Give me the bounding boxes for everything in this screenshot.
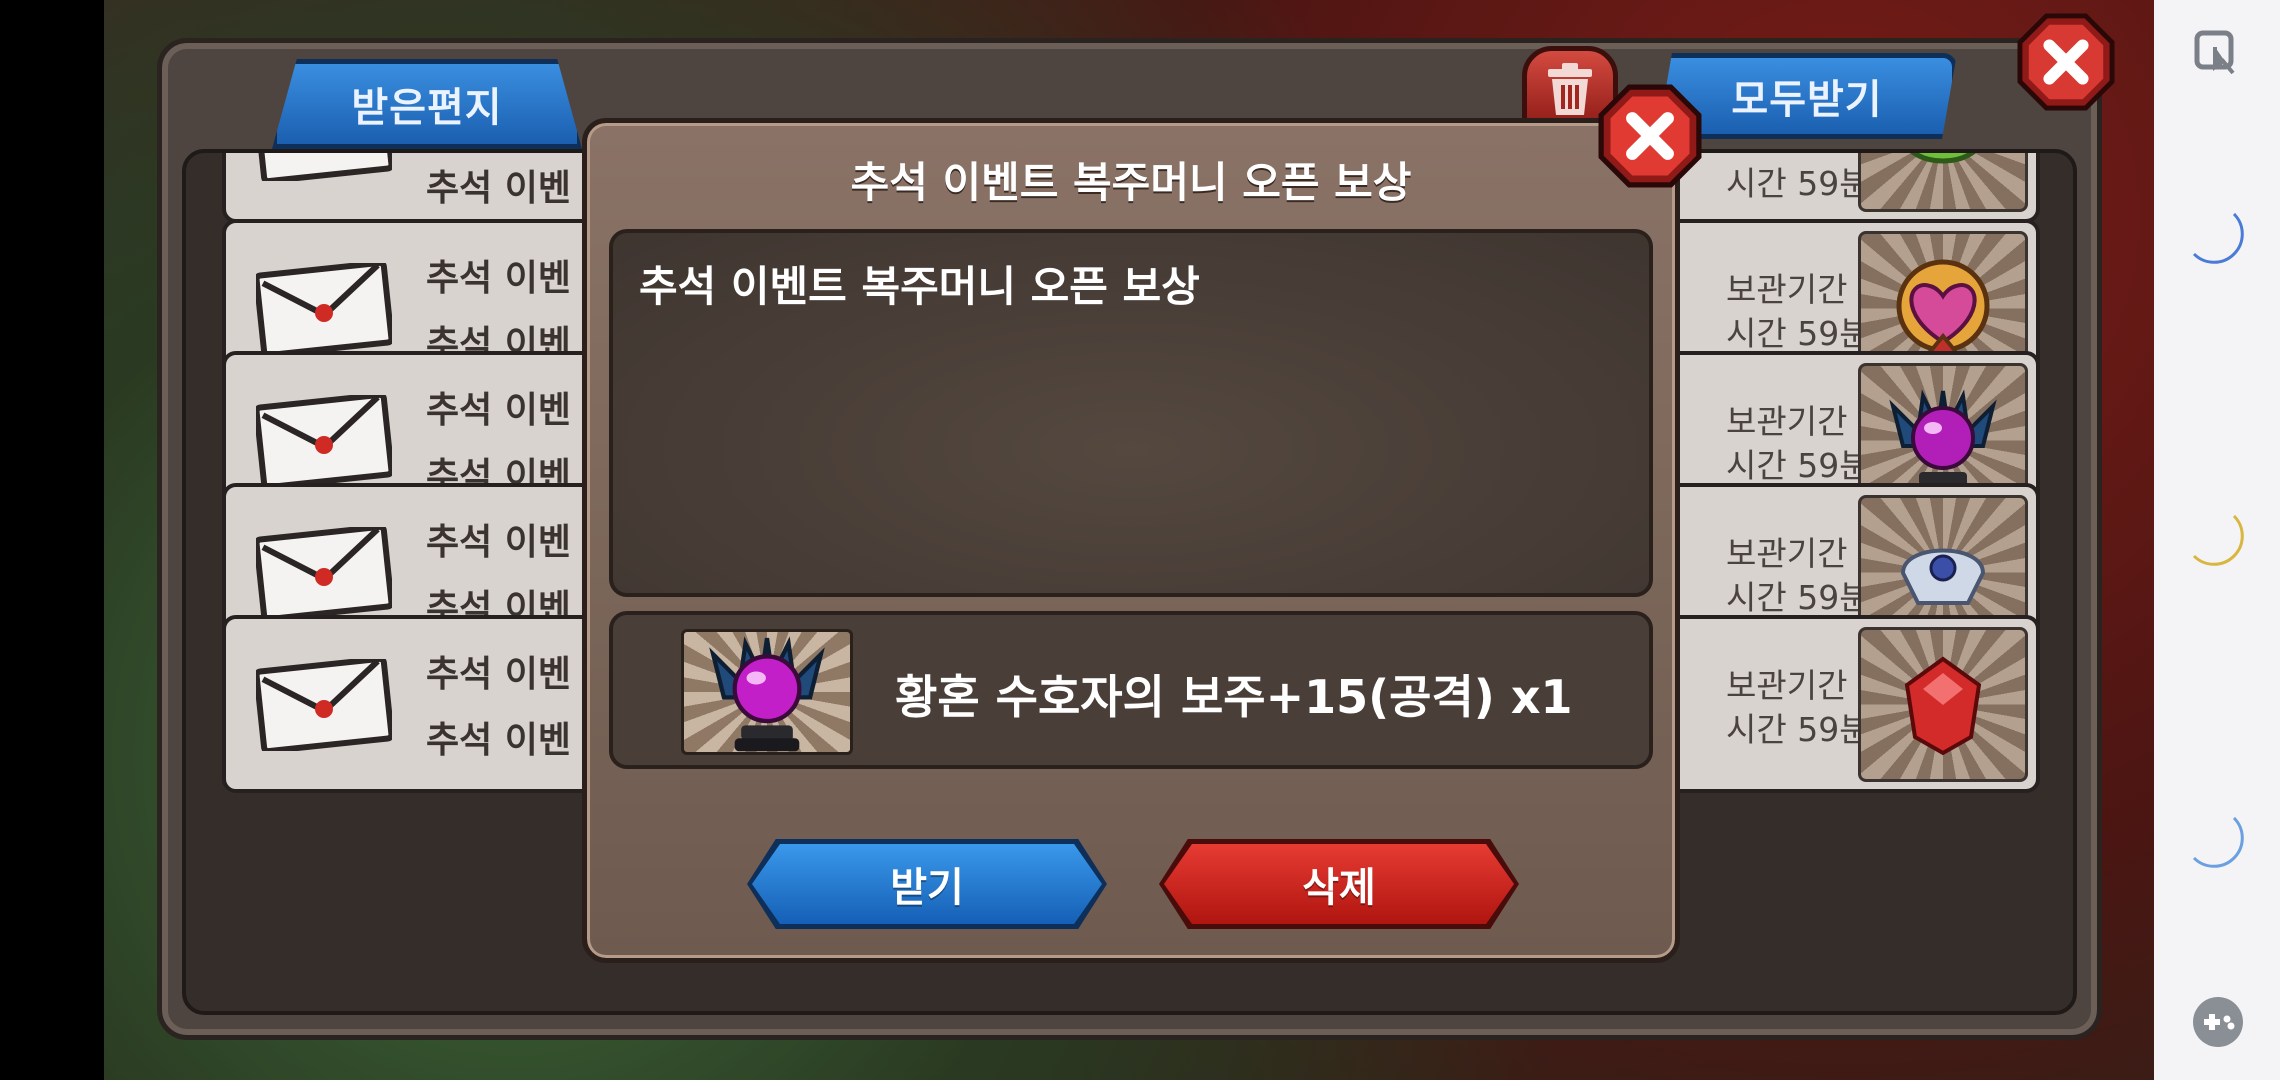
- mail-storage-label: 보관기간: [1726, 666, 1848, 705]
- receive-all-label: 모두받기: [1731, 77, 1883, 123]
- envelope-icon: [256, 527, 392, 619]
- reward-box: 황혼 수호자의 보주+15(공격) x1: [609, 611, 1653, 769]
- mail-expiry: 시간 59분: [1726, 446, 1870, 485]
- mail-expiry: 시간 59분: [1726, 164, 1870, 203]
- envelope-icon: [256, 659, 392, 751]
- mail-subtitle: 추석 이벤: [426, 720, 572, 761]
- close-icon[interactable]: [2017, 13, 2115, 111]
- mail-storage-label: 보관기간: [1726, 270, 1848, 309]
- touch-icon[interactable]: [2186, 22, 2250, 86]
- receive-button[interactable]: 받기: [747, 839, 1107, 929]
- orb-icon: [709, 636, 825, 752]
- envelope-icon: [256, 263, 392, 355]
- moon-icon[interactable]: [2186, 206, 2250, 270]
- tab-received-label: 받은편지: [351, 85, 503, 131]
- mail-storage-label: 보관기간: [1726, 402, 1848, 441]
- mail-title: 추석 이벤: [426, 390, 572, 431]
- mail-title: 추석 이벤: [426, 522, 572, 563]
- delete-button[interactable]: 삭제: [1159, 839, 1519, 929]
- left-letterbox: [0, 0, 104, 1080]
- mail-expiry: 시간 59분: [1726, 578, 1870, 617]
- gamepad-icon[interactable]: [2186, 990, 2250, 1054]
- mail-storage-label: 보관기간: [1726, 534, 1848, 573]
- close-dialog-icon[interactable]: [1598, 84, 1702, 188]
- mail-detail-dialog: 추석 이벤트 복주머니 오픈 보상 추석 이벤트 복주머니 오픈 보상 황혼 수…: [582, 118, 1680, 963]
- mail-title: 추석 이벤: [426, 258, 572, 299]
- receive-all-button[interactable]: 모두받기: [1657, 53, 1957, 139]
- mail-reward-thumb: [1858, 627, 2028, 782]
- dialog-title: 추석 이벤트 복주머니 오픈 보상: [850, 158, 1412, 207]
- mail-expiry: 시간 59분: [1726, 710, 1870, 749]
- dialog-message-box: 추석 이벤트 복주머니 오픈 보상: [609, 229, 1653, 597]
- ruby-gem-icon: [1904, 656, 1982, 755]
- system-sidebar: [2154, 0, 2280, 1080]
- mail-title: 추석 이벤: [426, 168, 572, 209]
- mail-expiry: 시간 59분: [1726, 314, 1870, 353]
- tab-received-mail[interactable]: 받은편지: [272, 59, 582, 149]
- reward-thumb: [681, 629, 853, 755]
- mail-reward-thumb: [1858, 153, 2028, 212]
- delete-button-label: 삭제: [1302, 865, 1376, 911]
- envelope-icon: [256, 395, 392, 487]
- leaf-icon: [1910, 153, 1976, 163]
- envelope-icon: [256, 153, 392, 181]
- moon-icon[interactable]: [2186, 810, 2250, 874]
- reward-text: 황혼 수호자의 보주+15(공격) x1: [895, 670, 1573, 724]
- receive-button-label: 받기: [890, 865, 964, 911]
- mail-title: 추석 이벤: [426, 654, 572, 695]
- moon-icon[interactable]: [2186, 508, 2250, 572]
- trash-icon: [1548, 63, 1592, 115]
- dialog-message: 추석 이벤트 복주머니 오픈 보상: [639, 262, 1200, 311]
